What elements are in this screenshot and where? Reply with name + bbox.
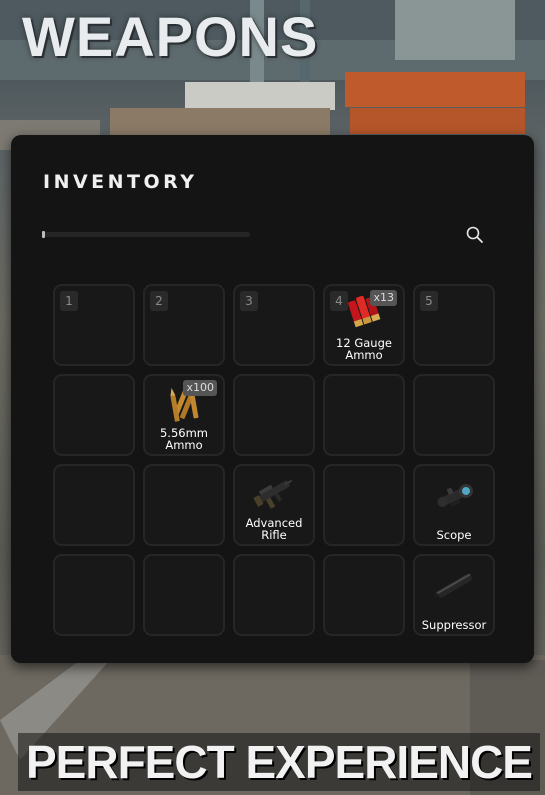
inventory-slot-7[interactable]: x100 5.56mm Ammo [143,374,225,456]
item-label: Suppressor [421,618,487,632]
inventory-slot-14[interactable] [323,464,405,546]
advanced-rifle-icon [253,479,293,509]
inventory-slot-11[interactable] [53,464,135,546]
inventory-slot-2[interactable]: 2 [143,284,225,366]
suppressor-icon [433,573,472,600]
inventory-slot-19[interactable] [323,554,405,636]
inventory-slot-13[interactable]: Advanced Rifle [233,464,315,546]
inventory-slot-12[interactable] [143,464,225,546]
slot-number: 1 [60,291,78,311]
inventory-grid: 1 2 3 4 x13 12 Gauge Ammo 5 x100 5.56mm … [53,284,495,636]
inventory-slot-17[interactable] [143,554,225,636]
inventory-slot-4[interactable]: 4 x13 12 Gauge Ammo [323,284,405,366]
headline-perfect-experience: PERFECT EXPERIENCE [18,733,540,791]
inventory-slot-18[interactable] [233,554,315,636]
inventory-slot-1[interactable]: 1 [53,284,135,366]
inventory-slot-15[interactable]: Scope [413,464,495,546]
slot-number: 3 [240,291,258,311]
inventory-title: INVENTORY [43,171,198,193]
inventory-slot-5[interactable]: 5 [413,284,495,366]
inventory-panel: INVENTORY 1 2 3 4 x13 12 Gauge Ammo 5 x1… [11,135,534,663]
inventory-slot-8[interactable] [233,374,315,456]
inventory-slot-9[interactable] [323,374,405,456]
quantity-badge: x100 [183,380,217,396]
inventory-slot-20[interactable]: Suppressor [413,554,495,636]
slot-number: 2 [150,291,168,311]
inventory-slot-16[interactable] [53,554,135,636]
headline-weapons: WEAPONS [22,5,319,68]
item-label: Advanced Rifle [245,516,303,542]
inventory-slot-6[interactable] [53,374,135,456]
inventory-slot-3[interactable]: 3 [233,284,315,366]
search-icon[interactable] [465,225,485,245]
quantity-badge: x13 [370,290,397,306]
item-label: 12 Gauge Ammo [336,336,392,362]
item-label: 5.56mm Ammo [159,426,208,452]
scope-icon [437,483,473,508]
slot-number: 5 [420,291,438,311]
search-input[interactable] [42,232,250,237]
search-cursor [42,231,45,238]
inventory-slot-10[interactable] [413,374,495,456]
item-label: Scope [436,528,472,542]
